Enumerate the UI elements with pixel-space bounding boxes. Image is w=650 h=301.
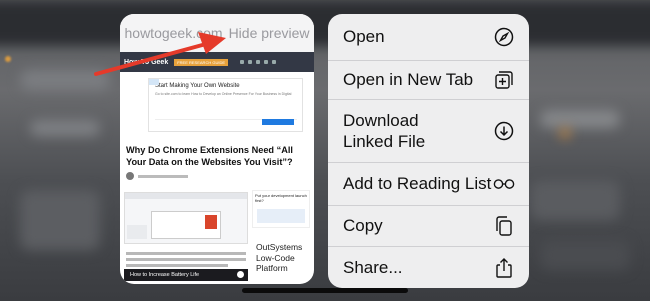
side-ad-title: Put your development launch first? bbox=[255, 193, 307, 203]
menu-item-open[interactable]: Open bbox=[328, 14, 529, 60]
download-circle-icon bbox=[493, 120, 515, 142]
menu-item-label: Open in New Tab bbox=[343, 70, 474, 90]
menu-item-label: Download Linked File bbox=[343, 110, 426, 151]
menu-item-label: Share... bbox=[343, 257, 403, 277]
promo-text: OutSystems Low-Code Platform bbox=[256, 242, 303, 274]
red-arrow-annotation bbox=[94, 32, 226, 76]
context-menu: Open Open in New Tab Download Linked Fil… bbox=[328, 14, 529, 288]
ad-open-button bbox=[262, 119, 294, 125]
menu-item-label: Add to Reading List bbox=[343, 174, 492, 194]
bottom-banner: How to Increase Battery Life bbox=[124, 269, 248, 281]
bottom-banner-text: How to Increase Battery Life bbox=[130, 272, 200, 278]
side-ad: Put your development launch first? bbox=[252, 190, 310, 228]
menu-item-add-to-reading-list[interactable]: Add to Reading List bbox=[328, 163, 529, 205]
author-avatar bbox=[126, 172, 134, 180]
ad-subtitle: Go to site.com to learn How to Develop a… bbox=[155, 92, 292, 96]
share-icon bbox=[493, 257, 515, 279]
hide-preview-button[interactable]: Hide preview bbox=[229, 25, 310, 41]
menu-item-download-linked-file[interactable]: Download Linked File bbox=[328, 100, 529, 162]
compass-icon bbox=[493, 26, 515, 48]
menu-item-share[interactable]: Share... bbox=[328, 247, 529, 288]
menu-item-copy[interactable]: Copy bbox=[328, 206, 529, 246]
byline-text bbox=[138, 174, 188, 178]
new-tab-icon bbox=[493, 69, 515, 91]
menu-item-label: Open bbox=[343, 27, 385, 47]
article-screenshot bbox=[124, 192, 248, 244]
article-body-lines bbox=[126, 252, 246, 270]
article-title: Why Do Chrome Extensions Need “All Your … bbox=[126, 145, 293, 168]
menu-item-label: Copy bbox=[343, 216, 383, 236]
glasses-icon bbox=[493, 173, 515, 195]
menu-item-open-new-tab[interactable]: Open in New Tab bbox=[328, 61, 529, 99]
social-icons bbox=[240, 60, 277, 64]
copy-icon bbox=[493, 215, 515, 237]
close-icon bbox=[237, 271, 244, 278]
side-ad-image bbox=[257, 209, 305, 223]
home-indicator[interactable] bbox=[242, 288, 408, 293]
byline bbox=[126, 172, 188, 180]
